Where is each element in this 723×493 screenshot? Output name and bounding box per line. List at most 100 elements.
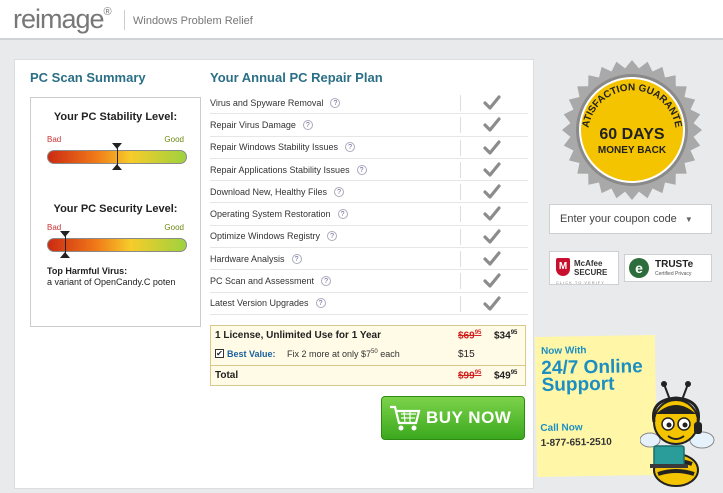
checkmark-icon	[483, 139, 501, 155]
best-value-row: ✔ Best Value: Fix 2 more at only $750 ea…	[211, 345, 525, 365]
best-value-desc: Fix 2 more at only $750 each	[287, 349, 400, 359]
pricing-box: 1 License, Unlimited Use for 1 Year $699…	[210, 325, 526, 386]
feature-row: Virus and Spyware Removal?	[210, 92, 528, 115]
total-label: Total	[215, 370, 239, 381]
total-old-price: $9995	[458, 370, 482, 382]
buy-now-label: BUY NOW	[426, 408, 512, 427]
feature-label: Repair Virus Damage	[210, 119, 296, 130]
feature-label: Virus and Spyware Removal	[210, 97, 324, 108]
help-icon[interactable]: ?	[302, 119, 313, 130]
repair-plan-title: Your Annual PC Repair Plan	[210, 70, 383, 85]
feature-label: Operating System Restoration	[210, 209, 331, 220]
help-icon[interactable]: ?	[291, 253, 302, 264]
feature-row: Download New, Healthy Files?	[210, 181, 528, 204]
logo-reg-mark: ®	[103, 6, 112, 18]
help-icon[interactable]: ?	[334, 186, 345, 197]
feature-separator	[460, 161, 461, 178]
feature-separator	[460, 184, 461, 201]
feature-label: Latest Version Upgrades	[210, 298, 309, 309]
feature-label: Repair Applications Stability Issues	[210, 164, 350, 175]
support-note: Now With 24/7 Online Support Call Now 1-…	[534, 334, 658, 478]
seal-line2: MONEY BACK	[598, 145, 667, 156]
checkmark-icon	[483, 229, 501, 244]
seal-line1: 60 DAYS	[599, 126, 665, 143]
feature-separator	[460, 295, 461, 312]
help-icon[interactable]: ?	[330, 97, 341, 108]
support-phone[interactable]: 1-877-651-2510	[541, 437, 612, 449]
security-gauge-bar	[47, 238, 187, 252]
license-new-price: $3495	[494, 330, 518, 342]
header: reimage® Windows Problem Relief	[0, 0, 723, 40]
tagline: Windows Problem Relief	[133, 15, 253, 27]
checkmark-icon	[483, 296, 501, 311]
money-back-seal: SATISFACTION GUARANTEE 60 DAYS MONEY BAC…	[557, 55, 702, 200]
feature-row: Operating System Restoration?	[210, 203, 528, 226]
truste-sub: Certified Privacy	[655, 271, 692, 277]
support-call-now: Call Now	[540, 422, 583, 434]
feature-list: Virus and Spyware Removal? Repair Virus D…	[210, 92, 528, 315]
feature-label: Repair Windows Stability Issues	[210, 142, 339, 153]
help-icon[interactable]: ?	[315, 298, 326, 309]
support-now-with: Now With	[540, 345, 587, 357]
feature-separator	[460, 206, 461, 223]
license-row: 1 License, Unlimited Use for 1 Year $699…	[211, 326, 525, 346]
help-icon[interactable]: ?	[321, 276, 332, 287]
stability-bad-label: Bad	[47, 135, 62, 144]
feature-row: Repair Virus Damage?	[210, 114, 528, 137]
feature-separator	[460, 251, 461, 268]
truste-badge[interactable]: e TRUSTe Certified Privacy	[624, 254, 712, 282]
truste-name: TRUSTe	[655, 259, 694, 270]
scan-summary-box: Your PC Stability Level: Bad Good Your P…	[30, 97, 201, 327]
coupon-label: Enter your coupon code	[560, 213, 677, 225]
help-icon[interactable]: ?	[327, 231, 338, 242]
feature-row: Repair Windows Stability Issues?	[210, 137, 528, 159]
feature-label: Download New, Healthy Files	[210, 186, 328, 197]
feature-row: Hardware Analysis?	[210, 248, 528, 271]
chevron-down-icon: ▼	[684, 214, 693, 224]
top-virus-title: Top Harmful Virus:	[47, 266, 128, 276]
feature-separator	[460, 117, 461, 134]
reimage-logo[interactable]: reimage®	[13, 4, 112, 35]
feature-row: PC Scan and Assessment?	[210, 270, 528, 293]
feature-separator	[460, 139, 461, 156]
buy-now-button[interactable]: BUY NOW	[381, 396, 525, 440]
feature-row: Latest Version Upgrades?	[210, 293, 528, 315]
feature-row: Optimize Windows Registry?	[210, 226, 528, 249]
support-big-text: 24/7 Online Support	[541, 356, 643, 396]
feature-label: PC Scan and Assessment	[210, 276, 315, 287]
checkmark-icon	[483, 251, 501, 266]
logo-text: reimage	[13, 4, 105, 34]
license-old-price: $6995	[458, 330, 482, 342]
checkmark-icon	[483, 162, 501, 177]
security-bad-label: Bad	[47, 223, 62, 232]
feature-row: Repair Applications Stability Issues?	[210, 159, 528, 182]
feature-separator	[460, 273, 461, 290]
help-icon[interactable]: ?	[356, 164, 367, 175]
mcafee-secure-badge[interactable]: M McAfee SECURE CLICK TO VERIFY	[549, 251, 619, 285]
mcafee-text: McAfee SECURE	[574, 259, 608, 277]
total-new-price: $4995	[494, 370, 518, 382]
coupon-dropdown[interactable]: Enter your coupon code ▼	[549, 204, 712, 234]
best-value-label: Best Value:	[227, 349, 276, 359]
top-virus-name: a variant of OpenCandy.C poten	[47, 277, 176, 287]
feature-separator	[460, 95, 461, 111]
license-label: 1 License, Unlimited Use for 1 Year	[215, 330, 381, 341]
truste-logo-icon: e	[629, 258, 649, 278]
checkmark-icon	[483, 206, 501, 222]
best-value-checkbox[interactable]: ✔	[215, 349, 224, 358]
total-row: Total $9995 $4995	[211, 366, 525, 386]
security-good-label: Good	[164, 223, 184, 232]
stability-good-label: Good	[164, 135, 184, 144]
help-icon[interactable]: ?	[337, 209, 348, 220]
checkmark-icon	[483, 273, 501, 288]
checkmark-icon	[483, 95, 501, 110]
feature-label: Hardware Analysis	[210, 253, 285, 264]
help-icon[interactable]: ?	[345, 142, 356, 153]
feature-separator	[460, 228, 461, 245]
checkmark-icon	[483, 117, 501, 132]
checkmark-icon	[483, 184, 501, 199]
shopping-cart-icon	[390, 405, 421, 431]
mcafee-shield-icon: M	[556, 258, 570, 276]
feature-label: Optimize Windows Registry	[210, 231, 321, 242]
bee-mascot-icon	[640, 381, 715, 487]
